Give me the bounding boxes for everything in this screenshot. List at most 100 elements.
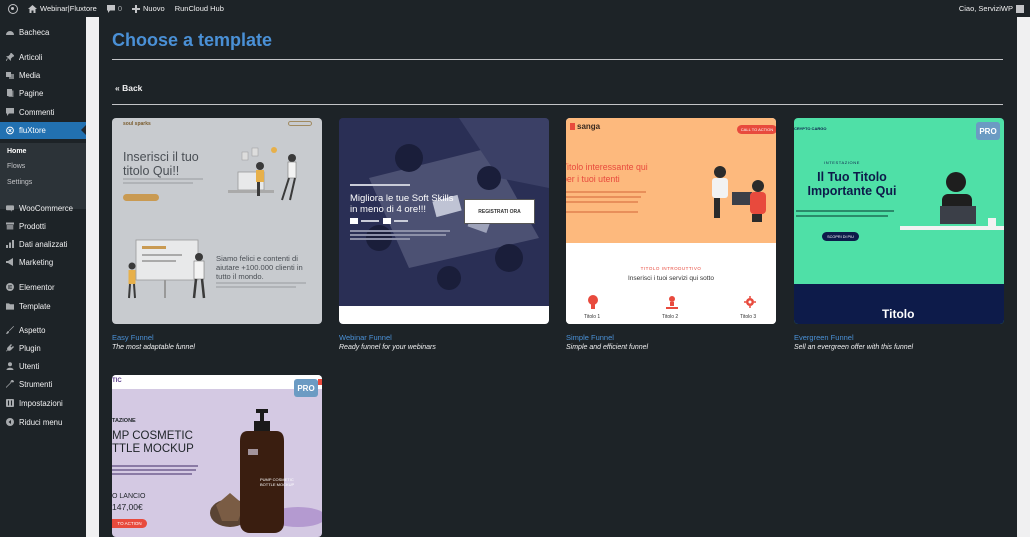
preview-text-line	[566, 211, 638, 213]
sidebar-item-woocommerce[interactable]: WooCommerce	[0, 200, 86, 216]
submenu-item-home[interactable]: Home	[7, 148, 26, 155]
preview-kicker: INTESTAZIONE	[824, 160, 861, 165]
sidebar-item-label: Strumenti	[19, 379, 53, 389]
new-content-link[interactable]: Nuovo	[127, 4, 170, 13]
preview-time-line	[394, 220, 408, 222]
template-title[interactable]: Webinar Funnel	[339, 333, 392, 342]
sidebar-item-marketing[interactable]: Marketing	[0, 254, 86, 270]
service-icon-2	[666, 296, 678, 309]
wordpress-icon	[8, 3, 18, 14]
preview-bottle-label: PUMP COSMETIC BOTTLE MOCKUP	[260, 477, 295, 487]
sidebar-item-media[interactable]: Media	[0, 67, 86, 83]
clock-icon	[383, 218, 391, 224]
people-laptop-illustration	[712, 166, 766, 222]
account-menu[interactable]: Ciao, ServiziWP	[959, 0, 1024, 17]
cosmetic-bottle-illustration	[210, 409, 322, 533]
preview-text-line	[350, 238, 410, 240]
template-card-webinar-funnel[interactable]: Migliora le tue Soft Skills in meno di 4…	[339, 118, 549, 324]
preview-heading: Titolo interessante qui per i tuoi utent…	[566, 162, 648, 184]
sidebar-item-articoli[interactable]: Articoli	[0, 49, 86, 65]
sidebar-item-label: Template	[19, 301, 51, 311]
analytics-icon	[6, 240, 14, 248]
pro-badge: PRO	[294, 379, 318, 397]
preview-subheading: Siamo felici e contenti di aiutare +100.…	[216, 254, 303, 281]
sidebar-item-utenti[interactable]: Utenti	[0, 358, 86, 374]
sidebar-item-aspetto[interactable]: Aspetto	[0, 322, 86, 338]
preview-cta-button: TO ACTION	[112, 519, 147, 528]
back-link[interactable]: « Back	[115, 83, 142, 93]
sidebar-item-plugin[interactable]: Plugin	[0, 340, 86, 356]
preview-topbar	[112, 375, 322, 389]
sidebar-item-label: Impostazioni	[19, 398, 63, 408]
folder-icon	[6, 302, 14, 310]
site-name-link[interactable]: Webinar|Fluxtore	[23, 4, 102, 13]
preview-brand: sanga	[577, 122, 601, 131]
megaphone-icon	[6, 258, 14, 266]
main-content: Choose a template « Back soul sparks Ins…	[99, 17, 1017, 537]
person-figure-illustration	[192, 253, 206, 299]
preview-cta-button	[123, 194, 159, 201]
template-description: Ready funnel for your webinars	[339, 344, 436, 351]
preview-text-line	[112, 465, 198, 467]
calendar-icon	[350, 218, 358, 224]
sidebar-item-label: Bacheca	[19, 27, 50, 37]
collapse-menu-button[interactable]: Riduci menu	[0, 414, 86, 430]
sidebar-item-pagine[interactable]: Pagine	[0, 85, 86, 101]
preview-price: 147,00€	[112, 502, 143, 512]
template-title[interactable]: Simple Funnel	[566, 333, 614, 342]
sidebar-item-label: Media	[19, 70, 41, 80]
template-title[interactable]: Easy Funnel	[112, 333, 154, 342]
person-laptop-illustration	[900, 172, 1004, 230]
title-divider	[112, 59, 1003, 60]
settings-icon	[6, 399, 14, 407]
sidebar-item-impostazioni[interactable]: Impostazioni	[0, 395, 86, 411]
template-card-easy-funnel[interactable]: soul sparks Inserisci il tuo titolo Qui!…	[112, 118, 322, 324]
preview-text-line	[796, 215, 888, 217]
preview-services	[566, 243, 776, 324]
preview-text-line	[566, 201, 638, 203]
sidebar-item-label: Marketing	[19, 257, 54, 267]
sidebar-item-elementor[interactable]: Elementor	[0, 279, 86, 295]
sidebar-item-dati-analizzati[interactable]: Dati analizzati	[0, 236, 86, 252]
template-card-cosmetic-funnel[interactable]: TIC TAZIONE MP COSMETIC TTLE MOCKUP O LA…	[112, 375, 322, 537]
preview-kicker	[350, 184, 410, 186]
sidebar-item-template[interactable]: Template	[0, 298, 86, 314]
preview-footer-title: Titolo	[882, 307, 915, 321]
pro-badge: PRO	[976, 122, 1000, 140]
sidebar-item-bacheca[interactable]: Bacheca	[0, 24, 86, 40]
sidebar-item-prodotti[interactable]: Prodotti	[0, 218, 86, 234]
brand-icon	[570, 123, 575, 130]
plugin-icon	[6, 344, 14, 352]
preview-text-line	[216, 286, 296, 288]
wordpress-logo[interactable]	[0, 3, 23, 14]
template-title[interactable]: Evergreen Funnel	[794, 333, 854, 342]
new-label: Nuovo	[143, 4, 165, 13]
sidebar-item-fluxtore[interactable]: fluXtore	[0, 122, 86, 139]
submenu-item-flows[interactable]: Flows	[7, 163, 25, 170]
fluxtore-icon	[6, 126, 14, 135]
preview-text-line	[216, 282, 306, 284]
sidebar-item-commenti[interactable]: Commenti	[0, 104, 86, 120]
template-card-evergreen-funnel[interactable]: CRYPTO CARGO INTESTAZIONE Il Tuo Titolo …	[794, 118, 1004, 324]
template-card-simple-funnel[interactable]: sanga CALL TO ACTION Titolo interessante…	[566, 118, 776, 324]
preview-brand: CRYPTO CARGO	[794, 126, 827, 131]
wrench-icon	[6, 380, 14, 388]
preview-heading: Il Tuo Titolo Importante Qui	[807, 170, 897, 198]
admin-sidebar: Bacheca Articoli Media Pagine Commenti f…	[0, 17, 86, 537]
sidebar-item-label: Riduci menu	[19, 417, 63, 427]
user-icon	[6, 362, 14, 370]
comments-link[interactable]: 0	[102, 4, 127, 13]
template-description: The most adaptable funnel	[112, 344, 195, 351]
preview-kicker: TAZIONE	[112, 418, 136, 424]
woocommerce-icon	[6, 204, 14, 212]
preview-register-button: REGISTRATI ORA	[464, 199, 535, 224]
submenu-item-settings[interactable]: Settings	[7, 179, 32, 186]
back-divider	[112, 104, 1003, 105]
preview-cta: CALL TO ACTION	[737, 125, 776, 134]
runcloud-hub-link[interactable]: RunCloud Hub	[170, 4, 229, 13]
preview-date-line	[361, 220, 379, 222]
pages-icon	[6, 89, 14, 97]
sidebar-item-strumenti[interactable]: Strumenti	[0, 376, 86, 392]
preview-nav-button	[288, 121, 312, 126]
preview-text-line	[123, 182, 193, 184]
